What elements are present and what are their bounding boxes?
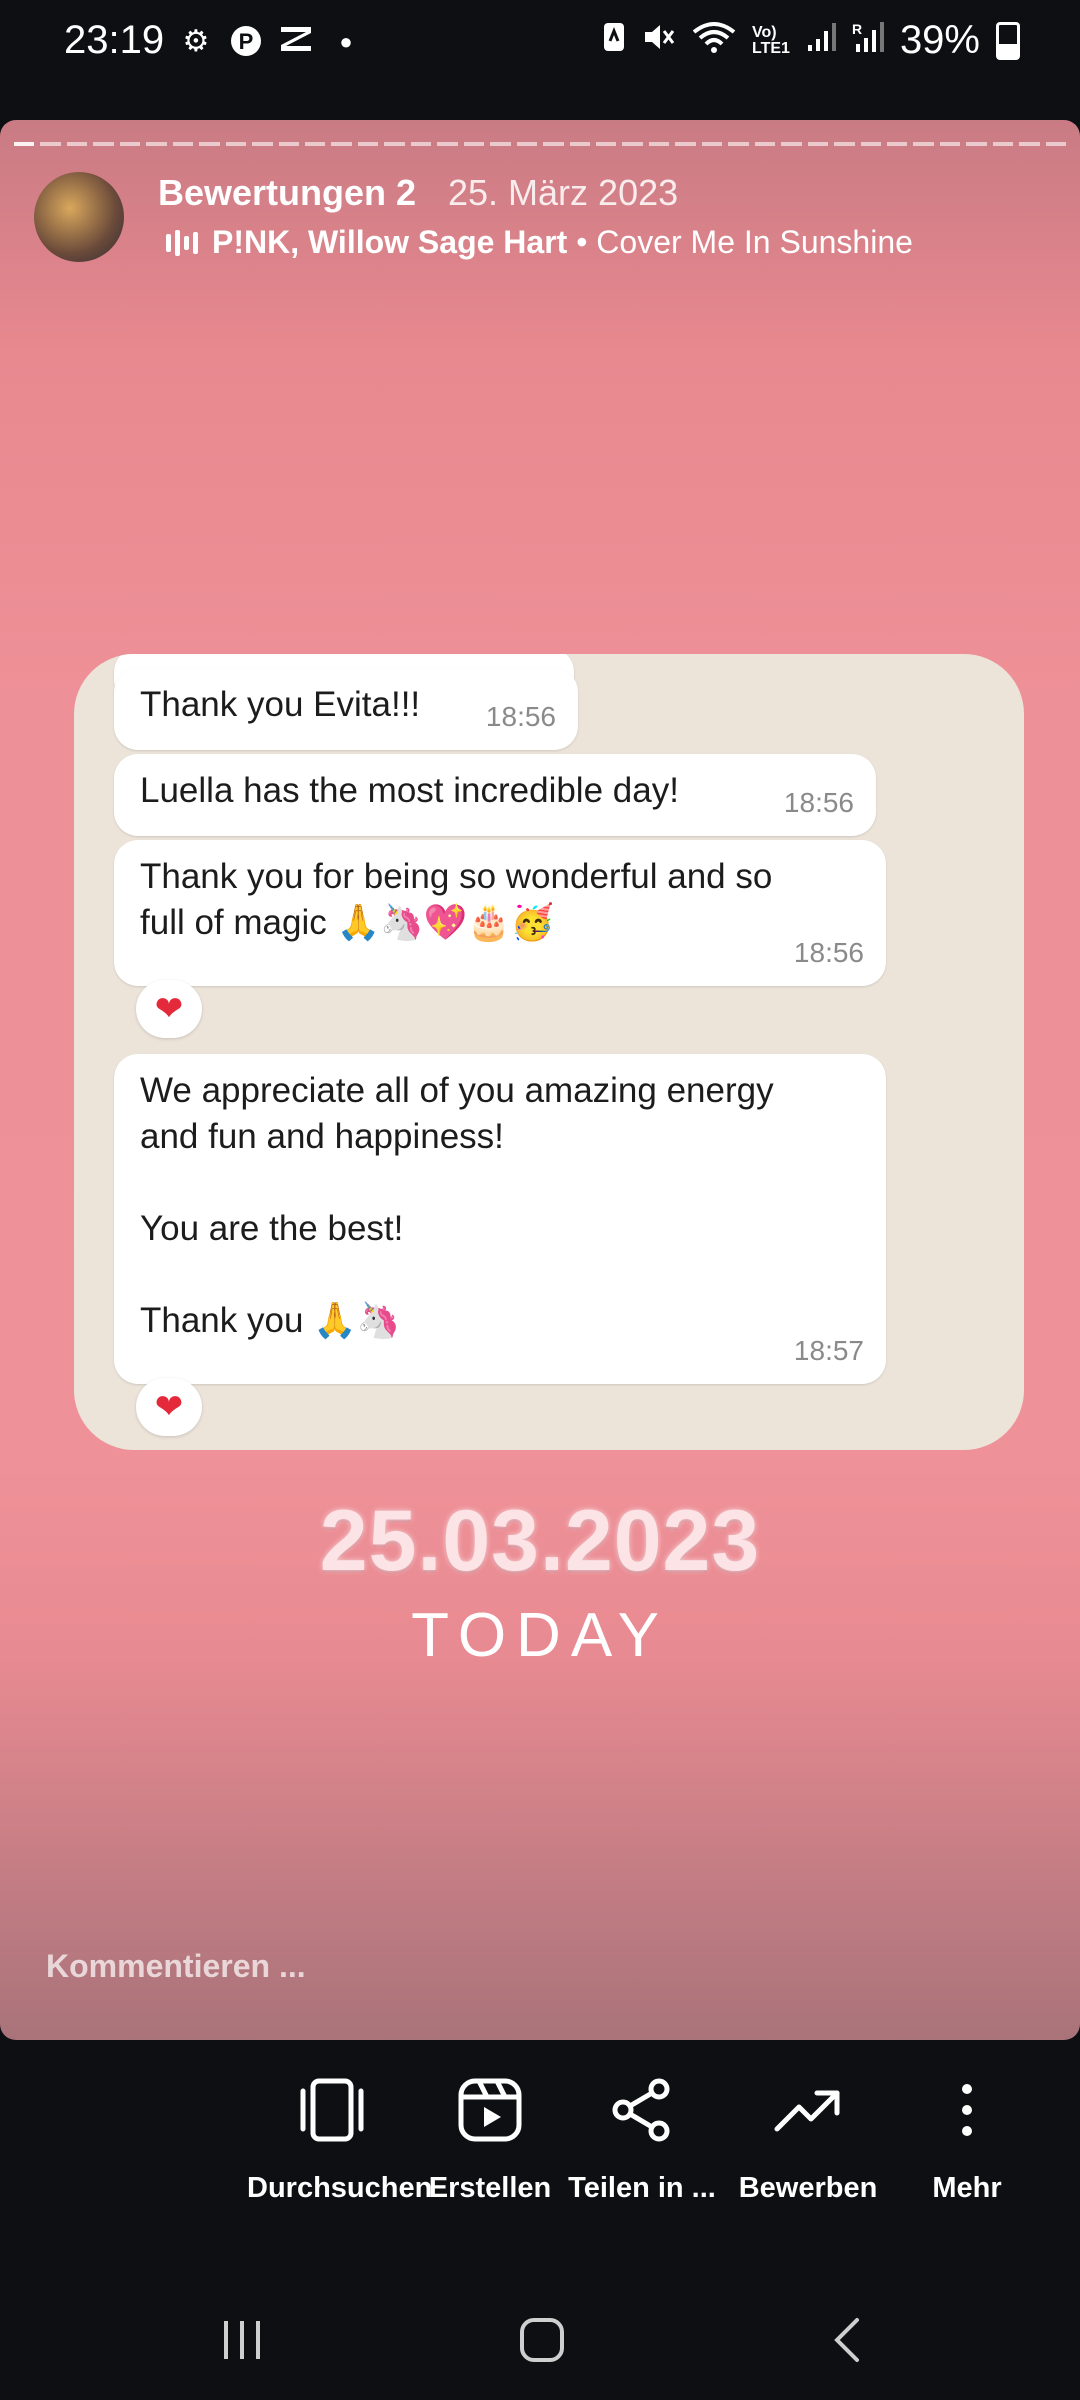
story-date: 25. März 2023 — [448, 172, 679, 213]
chat-message-text: Thank you for being so wonderful and so … — [140, 857, 773, 942]
comment-input[interactable]: Kommentieren ... — [46, 1948, 306, 1985]
battery-icon — [996, 21, 1020, 60]
avatar[interactable] — [34, 172, 124, 262]
music-artists: P!NK, Willow Sage Hart — [212, 224, 568, 260]
heart-icon: ❤ — [154, 1388, 184, 1426]
clock: 23:19 — [64, 18, 165, 62]
chat-message-time: 18:56 — [783, 787, 854, 818]
story-action-bar: Durchsuchen Erstellen Teilen in ... Bewe… — [0, 2060, 1080, 2240]
reels-create-icon — [405, 2070, 575, 2150]
chat-bubble: Luella has the most incredible day! 18:5… — [114, 754, 876, 836]
music-song: • Cover Me In Sunshine — [576, 224, 913, 260]
recent-apps-icon[interactable] — [192, 2310, 292, 2370]
nfc-icon — [602, 21, 626, 61]
chat-message-text: We appreciate all of you amazing energy … — [140, 1071, 774, 1340]
volte-icon: Vo) LTE1 — [752, 23, 790, 57]
dot-icon: ● — [339, 29, 353, 54]
browse-icon — [247, 2070, 417, 2150]
story-viewer[interactable]: Bewertungen 2 25. März 2023 P!NK, Willow… — [0, 120, 1080, 2040]
pinterest-icon: P — [228, 24, 264, 60]
music-sticker[interactable]: P!NK, Willow Sage Hart • Cover Me In Sun… — [166, 224, 913, 261]
chat-message-time: 18:56 — [485, 701, 556, 732]
chat-message-time: 18:57 — [793, 1335, 864, 1366]
today-text-overlay: TODAY — [411, 1601, 669, 1670]
gear-icon: ⚙ — [182, 25, 210, 58]
capcut-icon — [278, 24, 314, 60]
create-label: Erstellen — [428, 2172, 552, 2204]
wifi-icon — [692, 20, 736, 62]
system-nav-bar — [0, 2280, 1080, 2400]
chat-bubble: Thank you for being so wonderful and so … — [114, 840, 886, 986]
audio-bars-icon — [166, 229, 198, 256]
home-icon[interactable] — [492, 2310, 592, 2370]
signal-roaming-icon: R — [852, 20, 884, 62]
promote-label: Bewerben — [738, 2172, 878, 2204]
browse-button[interactable]: Durchsuchen — [247, 2070, 433, 2205]
share-icon — [557, 2070, 727, 2150]
back-icon[interactable] — [796, 2310, 896, 2370]
chat-bubble: We appreciate all of you amazing energy … — [114, 1054, 886, 1384]
create-button[interactable]: Erstellen — [405, 2070, 575, 2205]
date-text-overlay: 25.03.2023 — [319, 1493, 761, 1589]
share-label: Teilen in ... — [568, 2172, 716, 2204]
trending-icon — [723, 2070, 893, 2150]
heart-icon: ❤ — [154, 990, 184, 1028]
heart-reaction: ❤ — [136, 1378, 202, 1436]
battery-percent: 39% — [899, 18, 980, 62]
chat-message-time: 18:56 — [793, 937, 864, 968]
browse-label: Durchsuchen — [247, 2172, 433, 2204]
account-name[interactable]: Bewertungen 2 — [158, 172, 416, 214]
mute-icon — [642, 21, 676, 61]
promote-button[interactable]: Bewerben — [723, 2070, 893, 2205]
share-button[interactable]: Teilen in ... — [557, 2070, 727, 2205]
more-button[interactable]: Mehr — [882, 2070, 1052, 2205]
chat-bubble: Thank you Evita!!! 18:56 — [114, 668, 578, 750]
signal-icon — [806, 21, 836, 61]
chat-message-text: Luella has the most incredible day! — [140, 771, 679, 810]
svg-text:R: R — [852, 21, 862, 37]
heart-reaction: ❤ — [136, 980, 202, 1038]
story-progress — [14, 142, 1067, 146]
svg-text:P: P — [239, 29, 254, 54]
more-label: Mehr — [932, 2172, 1002, 2204]
status-bar: 23:19 ⚙ P ● Vo) LTE1 R 39% — [0, 0, 1080, 92]
chat-screenshot: Thank you Evita!!! 18:56 Luella has the … — [74, 654, 1024, 1450]
more-vertical-icon — [882, 2070, 1052, 2150]
